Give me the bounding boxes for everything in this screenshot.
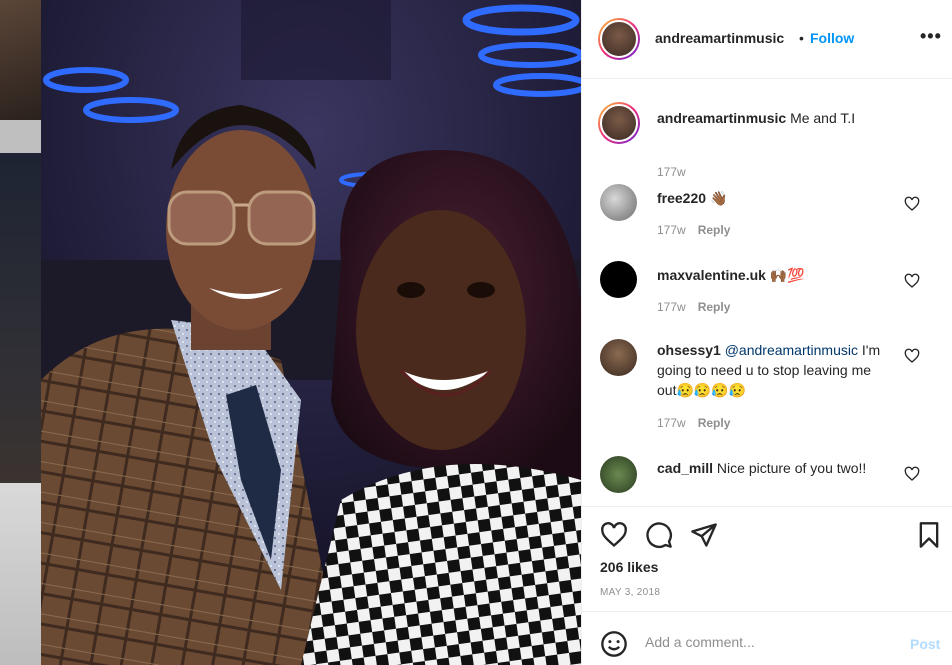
reply-button[interactable]: Reply bbox=[698, 416, 731, 430]
commenter-avatar[interactable] bbox=[600, 184, 637, 221]
commenter-avatar[interactable] bbox=[600, 261, 637, 298]
post-comment-button[interactable]: Post bbox=[910, 636, 940, 652]
like-heart-icon[interactable] bbox=[600, 521, 628, 549]
comment-age[interactable]: 177w bbox=[657, 300, 686, 314]
reply-button[interactable]: Reply bbox=[698, 300, 731, 314]
post-actions: 206 likes MAY 3, 2018 bbox=[582, 506, 952, 611]
post-photo[interactable] bbox=[41, 0, 581, 665]
author-username[interactable]: andreamartinmusic bbox=[655, 30, 784, 46]
comment-input[interactable] bbox=[645, 634, 885, 650]
caption-age[interactable]: 177w bbox=[657, 165, 686, 179]
like-comment-heart-icon[interactable] bbox=[904, 466, 920, 482]
like-comment-heart-icon[interactable] bbox=[904, 273, 920, 289]
follow-button[interactable]: Follow bbox=[810, 30, 854, 46]
reply-button[interactable]: Reply bbox=[698, 223, 731, 237]
more-options-icon[interactable]: ••• bbox=[920, 26, 942, 47]
likes-count[interactable]: 206 likes bbox=[600, 559, 658, 575]
like-comment-heart-icon[interactable] bbox=[904, 196, 920, 212]
comment-username[interactable]: cad_mill bbox=[657, 460, 713, 476]
comment-age[interactable]: 177w bbox=[657, 223, 686, 237]
comment-age[interactable]: 177w bbox=[657, 416, 686, 430]
add-comment-bar: Post bbox=[582, 611, 952, 665]
post-date[interactable]: MAY 3, 2018 bbox=[600, 587, 660, 598]
caption-avatar[interactable] bbox=[598, 102, 640, 144]
save-bookmark-icon[interactable] bbox=[915, 521, 943, 549]
like-comment-heart-icon[interactable] bbox=[904, 348, 920, 364]
comment-mention-link[interactable]: @andreamartinmusic bbox=[725, 342, 858, 358]
caption-text: Me and T.I bbox=[790, 110, 856, 126]
comment-username[interactable]: maxvalentine.uk bbox=[657, 267, 766, 283]
author-avatar[interactable] bbox=[598, 18, 640, 60]
commenter-avatar[interactable] bbox=[600, 339, 637, 376]
commenter-avatar[interactable] bbox=[600, 456, 637, 493]
post-side-panel: andreamartinmusic • Follow ••• andreamar… bbox=[581, 0, 952, 665]
comment-text: Nice picture of you two!! bbox=[716, 460, 867, 476]
share-paper-plane-icon[interactable] bbox=[690, 521, 718, 549]
separator-dot: • bbox=[799, 30, 804, 46]
post-header: andreamartinmusic • Follow ••• bbox=[582, 0, 952, 79]
comment-username[interactable]: free220 bbox=[657, 190, 706, 206]
comment-bubble-icon[interactable] bbox=[645, 521, 673, 549]
comments-list[interactable]: andreamartinmusic Me and T.I 177w free22… bbox=[582, 80, 952, 506]
comment-text: 🙌🏾💯 bbox=[769, 267, 805, 283]
previous-post-edge bbox=[0, 0, 41, 665]
emoji-smile-icon[interactable] bbox=[600, 630, 628, 658]
comment-text: 👋🏾 bbox=[709, 190, 728, 206]
comment-username[interactable]: ohsessy1 bbox=[657, 342, 721, 358]
caption-username[interactable]: andreamartinmusic bbox=[657, 110, 786, 126]
